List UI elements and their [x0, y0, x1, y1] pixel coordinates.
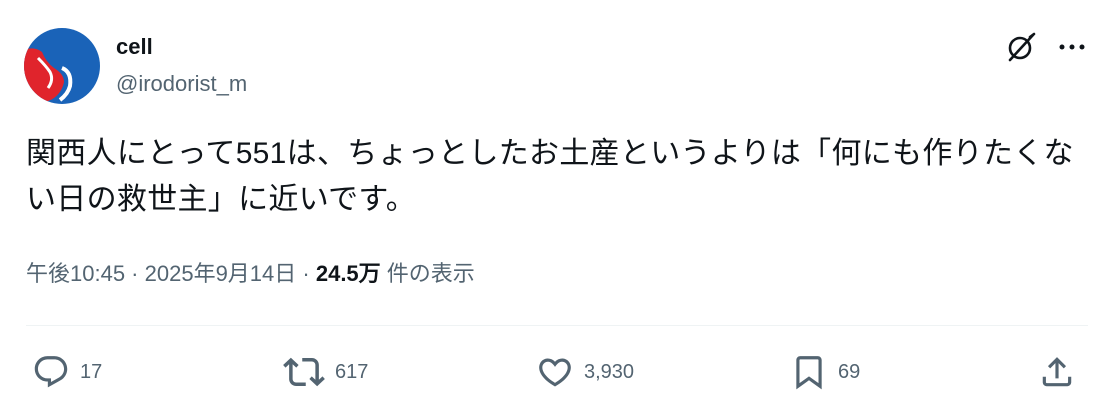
tweet-date[interactable]: 2025年9月14日: [145, 261, 297, 286]
retweet-count: 617: [335, 360, 369, 383]
avatar[interactable]: [24, 28, 100, 104]
reply-count: 17: [80, 360, 103, 383]
bookmark-icon: [796, 356, 822, 390]
like-icon: [539, 358, 571, 387]
author-handle[interactable]: @irodorist_m: [116, 70, 247, 98]
like-count: 3,930: [584, 360, 635, 383]
reply-button[interactable]: 17: [32, 352, 102, 392]
bookmark-button[interactable]: 69: [790, 352, 860, 392]
meta-separator: ·: [296, 261, 316, 286]
share-button[interactable]: [1038, 352, 1076, 392]
tweet-time[interactable]: 午後10:45: [26, 261, 125, 286]
reply-icon: [34, 356, 68, 388]
more-icon[interactable]: [1052, 27, 1092, 67]
grok-icon[interactable]: [1001, 27, 1041, 67]
tweet-text: 関西人にとって551は、ちょっとしたお土産というよりは「何にも作りたくない日の救…: [26, 137, 1074, 216]
meta-separator: ·: [125, 261, 145, 286]
like-button[interactable]: 3,930: [536, 352, 634, 392]
retweet-button[interactable]: 617: [283, 352, 368, 392]
views-label: 件の表示: [380, 261, 475, 286]
tweet-card: cell @irodorist_m 関西人にとって551は、ちょっとしたお土産と…: [0, 0, 1111, 404]
share-icon: [1042, 357, 1072, 387]
avatar-image: [24, 28, 100, 104]
views-count: 24.5万: [315, 261, 381, 286]
retweet-icon: [283, 357, 325, 387]
bookmark-count: 69: [838, 360, 861, 383]
author-name[interactable]: cell: [116, 33, 153, 61]
tweet-meta: 午後10:45 · 2025年9月14日 · 24.5万 件の表示: [26, 259, 475, 289]
divider: [26, 325, 1088, 326]
